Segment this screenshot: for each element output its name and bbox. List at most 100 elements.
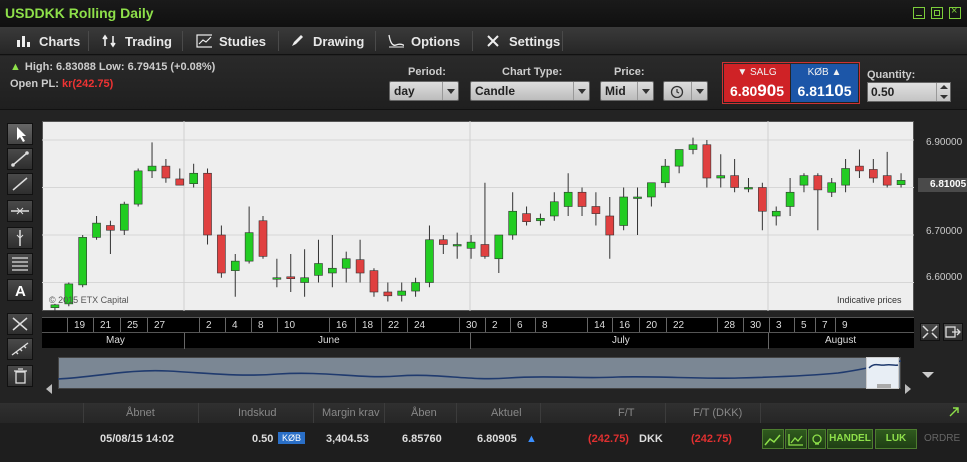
menu-settings[interactable]: Settings bbox=[476, 27, 560, 55]
horizontal-line-tool[interactable] bbox=[7, 200, 33, 222]
buy-button[interactable]: KØB ▲ 6.81105 bbox=[791, 64, 858, 102]
chevron-down-icon bbox=[573, 82, 589, 100]
window-controls bbox=[913, 5, 961, 19]
text-tool[interactable]: A bbox=[7, 279, 33, 301]
trend-icon bbox=[764, 434, 781, 446]
price-select[interactable]: Mid bbox=[600, 81, 654, 101]
measure-tool[interactable] bbox=[7, 338, 33, 360]
handel-button[interactable]: HANDEL bbox=[827, 429, 873, 449]
menu-drawing-label: Drawing bbox=[313, 33, 365, 49]
candle-body bbox=[244, 232, 254, 262]
candle bbox=[355, 239, 365, 283]
pointer-tool[interactable] bbox=[7, 123, 33, 145]
candlestick-chart[interactable] bbox=[42, 121, 914, 311]
delete-tool[interactable] bbox=[7, 365, 33, 387]
quantity-stepper[interactable]: 0.50 bbox=[867, 82, 951, 102]
trend-button[interactable] bbox=[762, 429, 784, 449]
col-pl-dkk: F/T (DKK) bbox=[693, 407, 743, 419]
close-icon[interactable] bbox=[949, 5, 961, 19]
menu-studies[interactable]: Studies bbox=[186, 27, 266, 55]
last-price-marker: 6.81005 bbox=[918, 178, 967, 192]
navigator-right-arrow-icon[interactable] bbox=[903, 383, 913, 395]
day-tick-label: 27 bbox=[154, 320, 166, 331]
candle bbox=[702, 140, 712, 188]
column-divider bbox=[83, 403, 84, 423]
candle-body bbox=[647, 182, 656, 198]
candle-body bbox=[660, 165, 670, 184]
candle bbox=[730, 159, 739, 193]
candle-body bbox=[771, 210, 781, 217]
navigator-left-arrow-icon[interactable] bbox=[44, 383, 54, 395]
chart-type-select[interactable]: Candle bbox=[470, 81, 590, 101]
candle bbox=[175, 168, 185, 186]
col-current: Aktuel bbox=[491, 407, 522, 419]
collapse-down-icon[interactable] bbox=[920, 370, 936, 380]
candle bbox=[106, 220, 115, 254]
candle-body bbox=[328, 267, 337, 274]
high-low-text: ▲ High: 6.83088 Low: 6.79415 (+0.08%) bbox=[10, 61, 215, 73]
line-chart-icon bbox=[788, 434, 803, 446]
fullscreen-button[interactable] bbox=[920, 323, 940, 341]
trendline-tool[interactable] bbox=[7, 148, 33, 170]
candle-body bbox=[106, 225, 115, 231]
candle-body bbox=[161, 165, 171, 179]
cell-currency: DKK bbox=[639, 433, 663, 445]
chevron-down-icon bbox=[442, 82, 458, 100]
column-divider bbox=[313, 403, 314, 423]
vertical-line-tool[interactable] bbox=[7, 227, 33, 249]
alert-button[interactable] bbox=[808, 429, 826, 449]
period-select[interactable]: day bbox=[389, 81, 459, 101]
line-tool[interactable] bbox=[7, 173, 33, 195]
column-divider bbox=[760, 403, 761, 423]
candle-body bbox=[674, 149, 684, 167]
timer-select[interactable] bbox=[663, 81, 708, 101]
candle bbox=[827, 178, 837, 197]
export-button[interactable] bbox=[943, 323, 963, 341]
candle-body bbox=[841, 168, 850, 186]
trading-icon bbox=[102, 34, 116, 48]
day-tick bbox=[355, 318, 356, 333]
menu-options[interactable]: Options bbox=[378, 27, 460, 55]
popout-icon[interactable] bbox=[948, 406, 960, 418]
maximize-icon[interactable] bbox=[931, 7, 943, 19]
candle bbox=[619, 187, 628, 231]
day-tick-label: 16 bbox=[336, 320, 348, 331]
candle bbox=[133, 168, 143, 207]
candle-body bbox=[50, 304, 60, 308]
candle-body bbox=[563, 191, 573, 207]
period-label: Period: bbox=[408, 66, 446, 78]
menu-charts[interactable]: Charts bbox=[6, 27, 80, 55]
menu-trading[interactable]: Trading bbox=[92, 27, 172, 55]
sell-button[interactable]: ▼ SALG 6.80905 bbox=[724, 64, 790, 102]
menu-charts-label: Charts bbox=[39, 33, 81, 49]
spinner-icon[interactable] bbox=[936, 83, 950, 101]
chart-button[interactable] bbox=[785, 429, 807, 449]
day-tick bbox=[67, 318, 68, 333]
candle-body bbox=[577, 191, 587, 207]
up-arrow-icon: ▲ bbox=[526, 433, 537, 445]
day-tick bbox=[835, 318, 836, 333]
day-tick bbox=[510, 318, 511, 333]
candle bbox=[549, 192, 559, 221]
candle bbox=[452, 232, 462, 259]
candle-body bbox=[855, 165, 864, 172]
candle bbox=[466, 235, 476, 259]
menu-drawing[interactable]: Drawing bbox=[280, 27, 364, 55]
minimize-icon[interactable] bbox=[913, 7, 925, 19]
ordre-button[interactable]: ORDRE bbox=[924, 433, 960, 444]
navigator-window[interactable] bbox=[866, 357, 899, 389]
day-tick-label: 10 bbox=[284, 320, 296, 331]
clock-icon bbox=[670, 85, 684, 98]
day-tick bbox=[666, 318, 667, 333]
zoom-fit-tool[interactable] bbox=[7, 313, 33, 335]
column-divider bbox=[540, 403, 541, 423]
y-tick-label: 6.90000 bbox=[926, 137, 963, 148]
fibonacci-tool[interactable] bbox=[7, 253, 33, 275]
candle-body bbox=[300, 277, 309, 283]
day-tick bbox=[93, 318, 94, 333]
day-tick bbox=[485, 318, 486, 333]
luk-button[interactable]: LUK bbox=[875, 429, 917, 449]
month-tick bbox=[470, 333, 471, 349]
quantity-label: Quantity: bbox=[867, 69, 916, 81]
candle bbox=[119, 201, 129, 235]
